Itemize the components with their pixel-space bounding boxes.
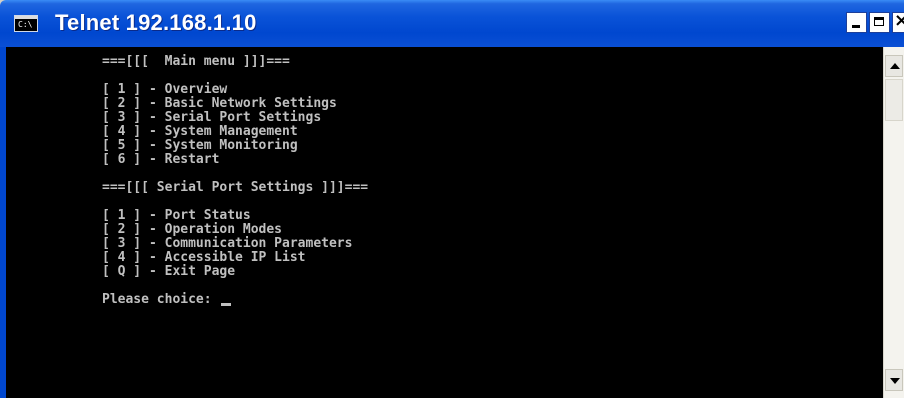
console-icon[interactable]: C:\ — [14, 15, 38, 32]
terminal-line: [ 4 ] - Accessible IP List — [102, 250, 306, 265]
window-title: Telnet 192.168.1.10 — [55, 10, 257, 35]
vertical-scrollbar[interactable] — [883, 47, 904, 398]
terminal-line: ===[[[ Serial Port Settings ]]]=== — [102, 180, 369, 195]
terminal-line: [ Q ] - Exit Page — [102, 264, 236, 279]
scroll-down-icon[interactable] — [885, 369, 903, 391]
telnet-window: C:\ Telnet 192.168.1.10 ===[[[ Main menu… — [0, 0, 904, 398]
scroll-thumb[interactable] — [885, 79, 903, 121]
terminal-output: ===[[[ Main menu ]]]=== [ 1 ] - Overview… — [102, 55, 368, 307]
maximize-icon[interactable] — [869, 12, 890, 33]
terminal-line: ===[[[ Main menu ]]]=== — [102, 54, 290, 69]
scroll-up-icon[interactable] — [885, 55, 903, 77]
console-icon-label: C:\ — [18, 20, 33, 29]
close-icon[interactable] — [892, 10, 904, 33]
terminal-lines: ===[[[ Main menu ]]]=== [ 1 ] - Overview… — [102, 54, 368, 279]
terminal-line: [ 1 ] - Overview — [102, 82, 228, 97]
terminal-line: [ 4 ] - System Management — [102, 124, 298, 139]
title-bar[interactable]: C:\ Telnet 192.168.1.10 — [0, 0, 904, 47]
terminal-prompt: Please choice: — [102, 292, 220, 307]
terminal-line: [ 3 ] - Communication Parameters — [102, 236, 353, 251]
terminal-line: [ 2 ] - Operation Modes — [102, 222, 283, 237]
terminal-area[interactable]: ===[[[ Main menu ]]]=== [ 1 ] - Overview… — [6, 47, 883, 398]
minimize-icon[interactable] — [846, 12, 867, 33]
terminal-line: [ 1 ] - Port Status — [102, 208, 251, 223]
terminal-line: [ 5 ] - System Monitoring — [102, 138, 298, 153]
terminal-line: [ 3 ] - Serial Port Settings — [102, 110, 322, 125]
terminal-line: [ 6 ] - Restart — [102, 152, 220, 167]
text-cursor — [221, 303, 232, 306]
terminal-line: [ 2 ] - Basic Network Settings — [102, 96, 337, 111]
